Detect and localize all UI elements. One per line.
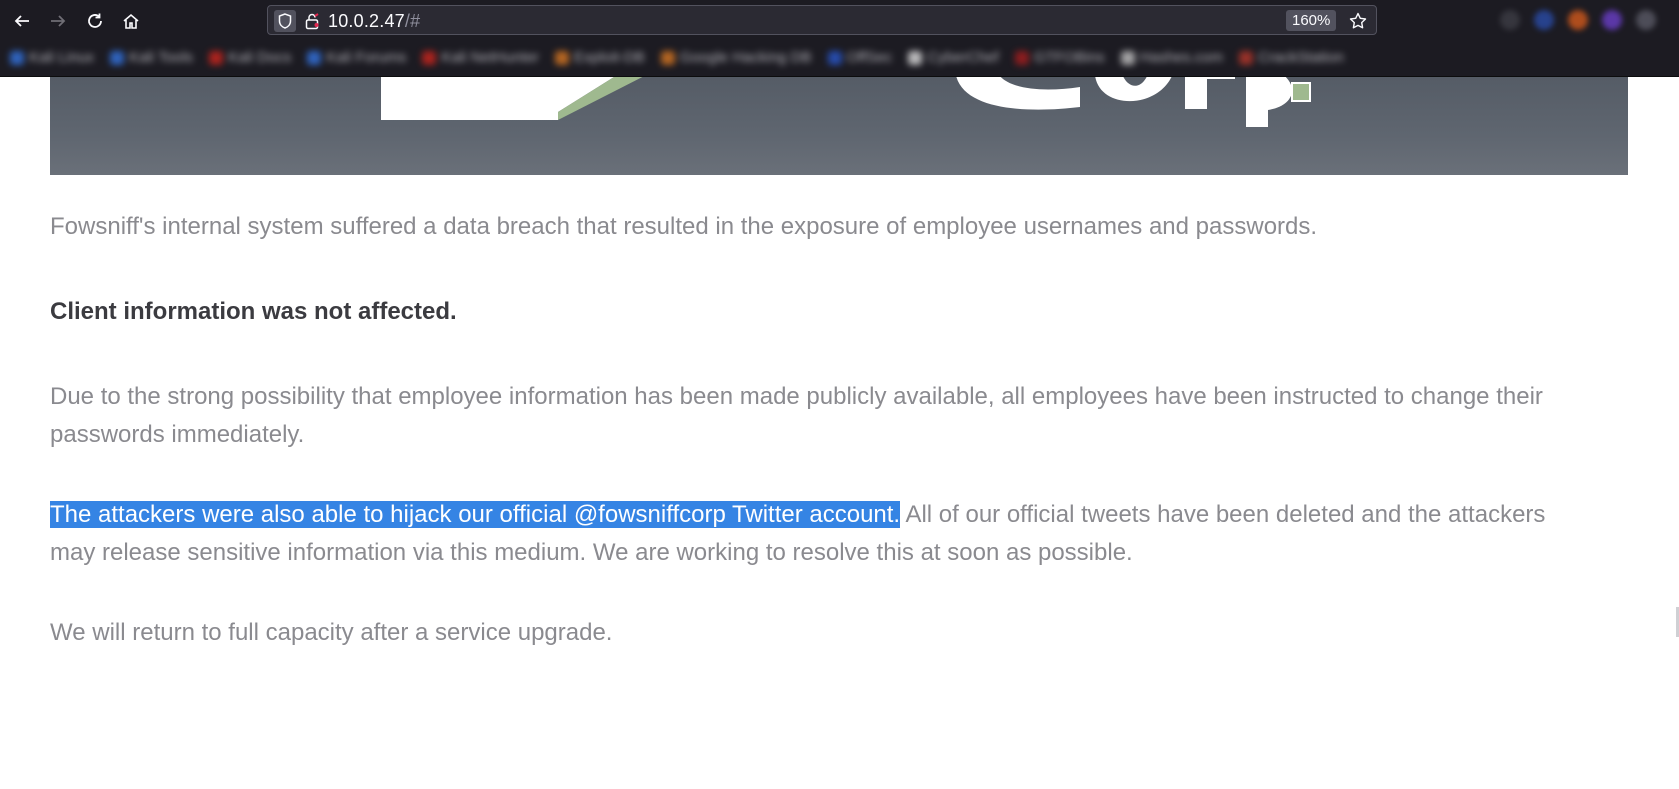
url-host: 10.0.2.47	[328, 11, 405, 31]
url-path: /#	[404, 11, 421, 31]
selected-text[interactable]: The attackers were also able to hijack o…	[50, 501, 901, 528]
paragraph-breach: Fowsniff's internal system suffered a da…	[50, 213, 1318, 240]
bookmark-label: CyberChef	[927, 49, 999, 66]
extension-icon[interactable]	[1500, 10, 1520, 30]
kali-icon	[307, 50, 322, 65]
crackstation-icon	[1239, 50, 1254, 65]
shield-icon	[278, 13, 292, 29]
url-text[interactable]: 10.0.2.47/#	[328, 11, 420, 32]
cyberchef-icon	[908, 50, 923, 65]
url-bar[interactable]: 10.0.2.47/# 160%	[267, 5, 1377, 35]
extension-icon[interactable]	[1534, 10, 1554, 30]
arrow-right-icon	[51, 15, 66, 27]
bookmark-item[interactable]: Kali Docs	[208, 49, 292, 66]
bookmark-item[interactable]: Google Hacking DB	[660, 49, 812, 66]
bookmark-label: Exploit-DB	[573, 49, 645, 66]
home-button[interactable]	[118, 8, 144, 34]
bookmark-label: CrackStation	[1258, 49, 1344, 66]
bookmark-item[interactable]: OffSec	[827, 49, 893, 66]
bookmark-label: Kali Docs	[227, 49, 292, 66]
bookmark-label: Kali Linux	[29, 49, 95, 66]
paragraph-upgrade: We will return to full capacity after a …	[50, 619, 613, 646]
zoom-level-button[interactable]: 160%	[1286, 10, 1337, 31]
browser-toolbar: 10.0.2.47/# 160%	[0, 0, 1679, 40]
insecure-lock-icon	[305, 12, 319, 29]
bookmark-item[interactable]: CyberChef	[908, 49, 999, 66]
ghdb-icon	[660, 50, 675, 65]
header-banner	[50, 77, 1628, 175]
paragraph-client-info: Client information was not affected.	[50, 298, 457, 325]
fowsniff-logo	[381, 77, 1311, 127]
extension-icon[interactable]	[1568, 10, 1588, 30]
offsec-icon	[827, 50, 842, 65]
star-icon	[1349, 12, 1367, 29]
extension-icon[interactable]	[1636, 10, 1656, 30]
bookmark-label: Kali NetHunter	[441, 49, 539, 66]
paragraph-password-reset: Due to the strong possibility that emplo…	[50, 383, 1543, 448]
paragraph-twitter: The attackers were also able to hijack o…	[50, 496, 1590, 572]
bookmark-item[interactable]: Exploit-DB	[554, 49, 645, 66]
kali-icon	[10, 50, 24, 65]
back-button[interactable]	[9, 8, 35, 34]
page-viewport: Fowsniff's internal system suffered a da…	[0, 77, 1679, 789]
bookmark-item[interactable]: GTFOBins	[1014, 49, 1105, 66]
forward-button[interactable]	[45, 8, 71, 34]
bookmark-item[interactable]: Kali Tools	[110, 49, 193, 66]
bookmark-item[interactable]: Kali Linux	[10, 49, 94, 66]
bookmark-label: Google Hacking DB	[679, 49, 812, 66]
extension-icon[interactable]	[1602, 10, 1622, 30]
insecure-lock-button[interactable]	[304, 12, 320, 30]
reload-button[interactable]	[82, 8, 108, 34]
bookmarks-toolbar: Kali Linux Kali Tools Kali Docs Kali For…	[0, 40, 1679, 77]
bookmark-item[interactable]: Kali Forums	[307, 49, 406, 66]
bookmark-star-button[interactable]	[1347, 10, 1369, 32]
home-icon	[123, 13, 139, 29]
exploit-db-icon	[554, 50, 569, 65]
bookmark-item[interactable]: Hashes.com	[1120, 49, 1224, 66]
hashes-icon	[1120, 50, 1135, 65]
bookmark-label: Kali Forums	[326, 49, 407, 66]
reload-icon	[88, 13, 102, 28]
bookmark-label: GTFOBins	[1033, 49, 1105, 66]
extension-icons	[1500, 10, 1656, 30]
nethunter-icon	[422, 50, 437, 65]
gtfobins-icon	[1014, 50, 1029, 65]
bookmark-label: Kali Tools	[129, 49, 193, 66]
tracking-protection-button[interactable]	[274, 10, 296, 32]
bookmark-item[interactable]: Kali NetHunter	[422, 49, 539, 66]
bookmark-label: OffSec	[846, 49, 893, 66]
arrow-left-icon	[14, 15, 29, 27]
kali-icon	[110, 50, 125, 65]
bookmark-label: Hashes.com	[1139, 49, 1224, 66]
kali-docs-icon	[208, 50, 223, 65]
bookmark-item[interactable]: CrackStation	[1239, 49, 1344, 66]
